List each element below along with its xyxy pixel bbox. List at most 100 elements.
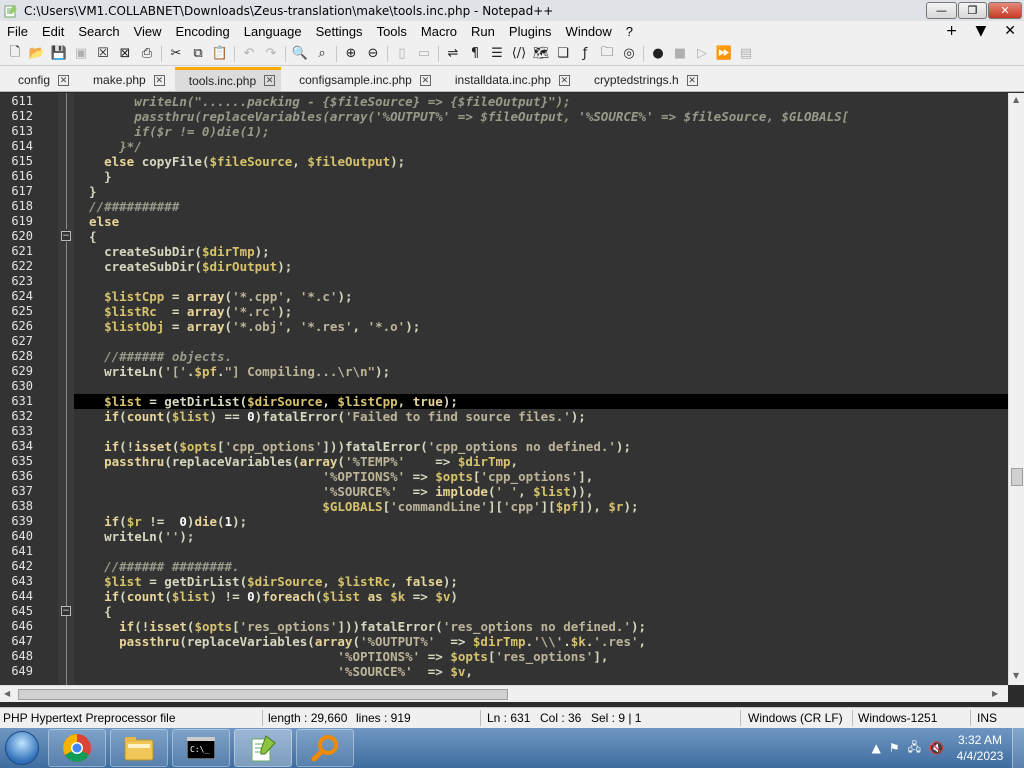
undo-icon[interactable]: ↶ — [241, 46, 257, 62]
menu-tools[interactable]: Tools — [370, 24, 414, 39]
horizontal-scrollbar[interactable]: ◀ ▶ — [0, 685, 1008, 702]
tab-list-dropdown-icon[interactable]: ▼ — [975, 23, 986, 39]
taskbar-search-tool[interactable] — [296, 729, 354, 767]
tab-cryptedstrings-h[interactable]: cryptedstrings.h ✕ — [579, 69, 704, 91]
menu-settings[interactable]: Settings — [309, 24, 370, 39]
tab-close-icon[interactable]: ✕ — [153, 74, 165, 86]
code-line[interactable]: '%OPTIONS%' => $opts['res_options'], — [74, 649, 1008, 664]
code-line[interactable]: '%SOURCE%' => implode(' ', $list)), — [74, 484, 1008, 499]
code-line[interactable]: else — [74, 214, 1008, 229]
tab-configsample-inc-php[interactable]: configsample.inc.php ✕ — [285, 69, 437, 91]
tab-installdata-inc-php[interactable]: installdata.inc.php ✕ — [440, 69, 576, 91]
code-line[interactable]: { — [74, 604, 1008, 619]
zoom-out-icon[interactable]: ⊖ — [365, 46, 381, 62]
record-macro-icon[interactable]: ● — [650, 46, 666, 62]
tab-make-php[interactable]: make.php ✕ — [79, 69, 171, 91]
action-center-flag-icon[interactable]: ⚑ — [889, 741, 900, 755]
code-line[interactable]: $listCpp = array('*.cpp', '*.c'); — [74, 289, 1008, 304]
taskbar-explorer[interactable] — [110, 729, 168, 767]
menu-encoding[interactable]: Encoding — [169, 24, 237, 39]
code-line[interactable]: createSubDir($dirTmp); — [74, 244, 1008, 259]
word-wrap-icon[interactable]: ⇌ — [445, 46, 461, 62]
menu-search[interactable]: Search — [71, 24, 126, 39]
xml-tag-icon[interactable]: ⟨/⟩ — [511, 46, 527, 62]
menu-view[interactable]: View — [127, 24, 169, 39]
tab-tools-inc-php[interactable]: tools.inc.php ✕ — [174, 67, 282, 91]
close-window-button[interactable]: ✕ — [988, 2, 1022, 19]
code-line[interactable]: passthru(replaceVariables(array('%OUTPUT… — [74, 109, 1008, 124]
volume-muted-icon[interactable]: 🔇 — [929, 741, 944, 755]
code-line[interactable]: $listRc = array('*.rc'); — [74, 304, 1008, 319]
redo-icon[interactable]: ↷ — [263, 46, 279, 62]
menu-window[interactable]: Window — [559, 24, 619, 39]
cut-icon[interactable]: ✂ — [168, 46, 184, 62]
show-hidden-icons-icon[interactable]: ▲ — [872, 741, 881, 755]
code-editor[interactable]: 611 612 613 614 615 616 617 618 619 620 621 622 623 6… — [0, 93, 1008, 685]
vertical-scrollbar[interactable]: ▲ ▼ — [1008, 93, 1024, 685]
code-line[interactable]: $GLOBALS['commandLine']['cpp'][$pf]), $r… — [74, 499, 1008, 514]
maximize-button[interactable]: ❐ — [958, 2, 987, 19]
code-line[interactable]: writeLn("......packing - {$fileSource} =… — [74, 94, 1008, 109]
code-line[interactable]: '%OPTIONS%' => $opts['cpp_options'], — [74, 469, 1008, 484]
save-all-icon[interactable]: ▣ — [73, 46, 89, 62]
code-line[interactable]: if(!isset($opts['cpp_options']))fatalErr… — [74, 439, 1008, 454]
status-eol[interactable]: Windows (CR LF) — [748, 711, 843, 725]
taskbar-notepadpp[interactable] — [234, 729, 292, 767]
code-line[interactable]: if(count($list) == 0)fatalError('Failed … — [74, 409, 1008, 424]
taskbar-chrome[interactable] — [48, 729, 106, 767]
close-all-icon[interactable]: ⊠ — [117, 46, 133, 62]
code-line[interactable]: '%SOURCE%' => $v, — [74, 664, 1008, 679]
scroll-right-icon[interactable]: ▶ — [992, 689, 998, 698]
scroll-left-icon[interactable]: ◀ — [4, 689, 10, 698]
show-all-chars-icon[interactable]: ¶ — [467, 46, 483, 62]
save-macro-icon[interactable]: ▤ — [738, 46, 754, 62]
replace-icon[interactable]: ⌕ — [314, 46, 330, 62]
code-line[interactable] — [74, 544, 1008, 559]
code-line[interactable]: //###### ########. — [74, 559, 1008, 574]
horizontal-scroll-thumb[interactable] — [18, 689, 508, 700]
play-macro-icon[interactable]: ▷ — [694, 46, 710, 62]
open-file-icon[interactable]: 📂 — [29, 46, 45, 62]
code-line[interactable]: }*/ — [74, 139, 1008, 154]
function-list-icon[interactable]: ƒ — [577, 46, 593, 62]
tab-close-icon[interactable]: ✕ — [419, 74, 431, 86]
zoom-in-icon[interactable]: ⊕ — [343, 46, 359, 62]
status-encoding[interactable]: Windows-1251 — [858, 711, 937, 725]
code-line[interactable]: $list = getDirList($dirSource, $listRc, … — [74, 574, 1008, 589]
code-line[interactable]: createSubDir($dirOutput); — [74, 259, 1008, 274]
network-icon[interactable]: 🖧 — [908, 738, 921, 759]
code-line[interactable] — [74, 424, 1008, 439]
code-line[interactable]: passthru(replaceVariables(array('%OUTPUT… — [74, 634, 1008, 649]
print-icon[interactable]: ⎙ — [139, 46, 155, 62]
code-line[interactable]: writeLn(''); — [74, 529, 1008, 544]
scroll-up-icon[interactable]: ▲ — [1013, 95, 1019, 104]
find-icon[interactable]: 🔍 — [292, 46, 308, 62]
menu-macro[interactable]: Macro — [414, 24, 464, 39]
code-line[interactable]: //########## — [74, 199, 1008, 214]
taskbar-cmd[interactable]: C:\_ — [172, 729, 230, 767]
fold-collapse-icon[interactable]: − — [61, 231, 71, 241]
code-line[interactable] — [74, 274, 1008, 289]
code-line[interactable]: $listObj = array('*.obj', '*.res', '*.o'… — [74, 319, 1008, 334]
stop-macro-icon[interactable]: ■ — [672, 46, 688, 62]
code-line[interactable]: if(!isset($opts['res_options']))fatalErr… — [74, 619, 1008, 634]
paste-icon[interactable]: 📋 — [212, 46, 228, 62]
code-line[interactable]: } — [74, 169, 1008, 184]
minimize-button[interactable]: — — [926, 2, 957, 19]
run-macro-multiple-icon[interactable]: ⏩ — [716, 46, 732, 62]
code-line[interactable] — [74, 379, 1008, 394]
tab-close-icon[interactable]: ✕ — [264, 75, 276, 86]
vertical-scroll-thumb[interactable] — [1011, 468, 1023, 486]
sync-horizontal-icon[interactable]: ▭ — [416, 46, 432, 62]
sync-vertical-icon[interactable]: ▯ — [394, 46, 410, 62]
document-map-icon[interactable]: 🗺 — [533, 46, 550, 62]
current-code-line[interactable]: $list = getDirList($dirSource, $listCpp,… — [74, 394, 1008, 409]
indent-guide-icon[interactable]: ☰ — [489, 46, 505, 62]
menu-file[interactable]: File — [0, 24, 35, 39]
code-line[interactable]: else copyFile($fileSource, $fileOutput); — [74, 154, 1008, 169]
code-line[interactable]: if($r != 0)die(1); — [74, 514, 1008, 529]
code-line[interactable]: if($r != 0)die(1); — [74, 124, 1008, 139]
menu-edit[interactable]: Edit — [35, 24, 71, 39]
close-document-icon[interactable]: ✕ — [1004, 23, 1016, 39]
start-button[interactable] — [0, 728, 44, 768]
